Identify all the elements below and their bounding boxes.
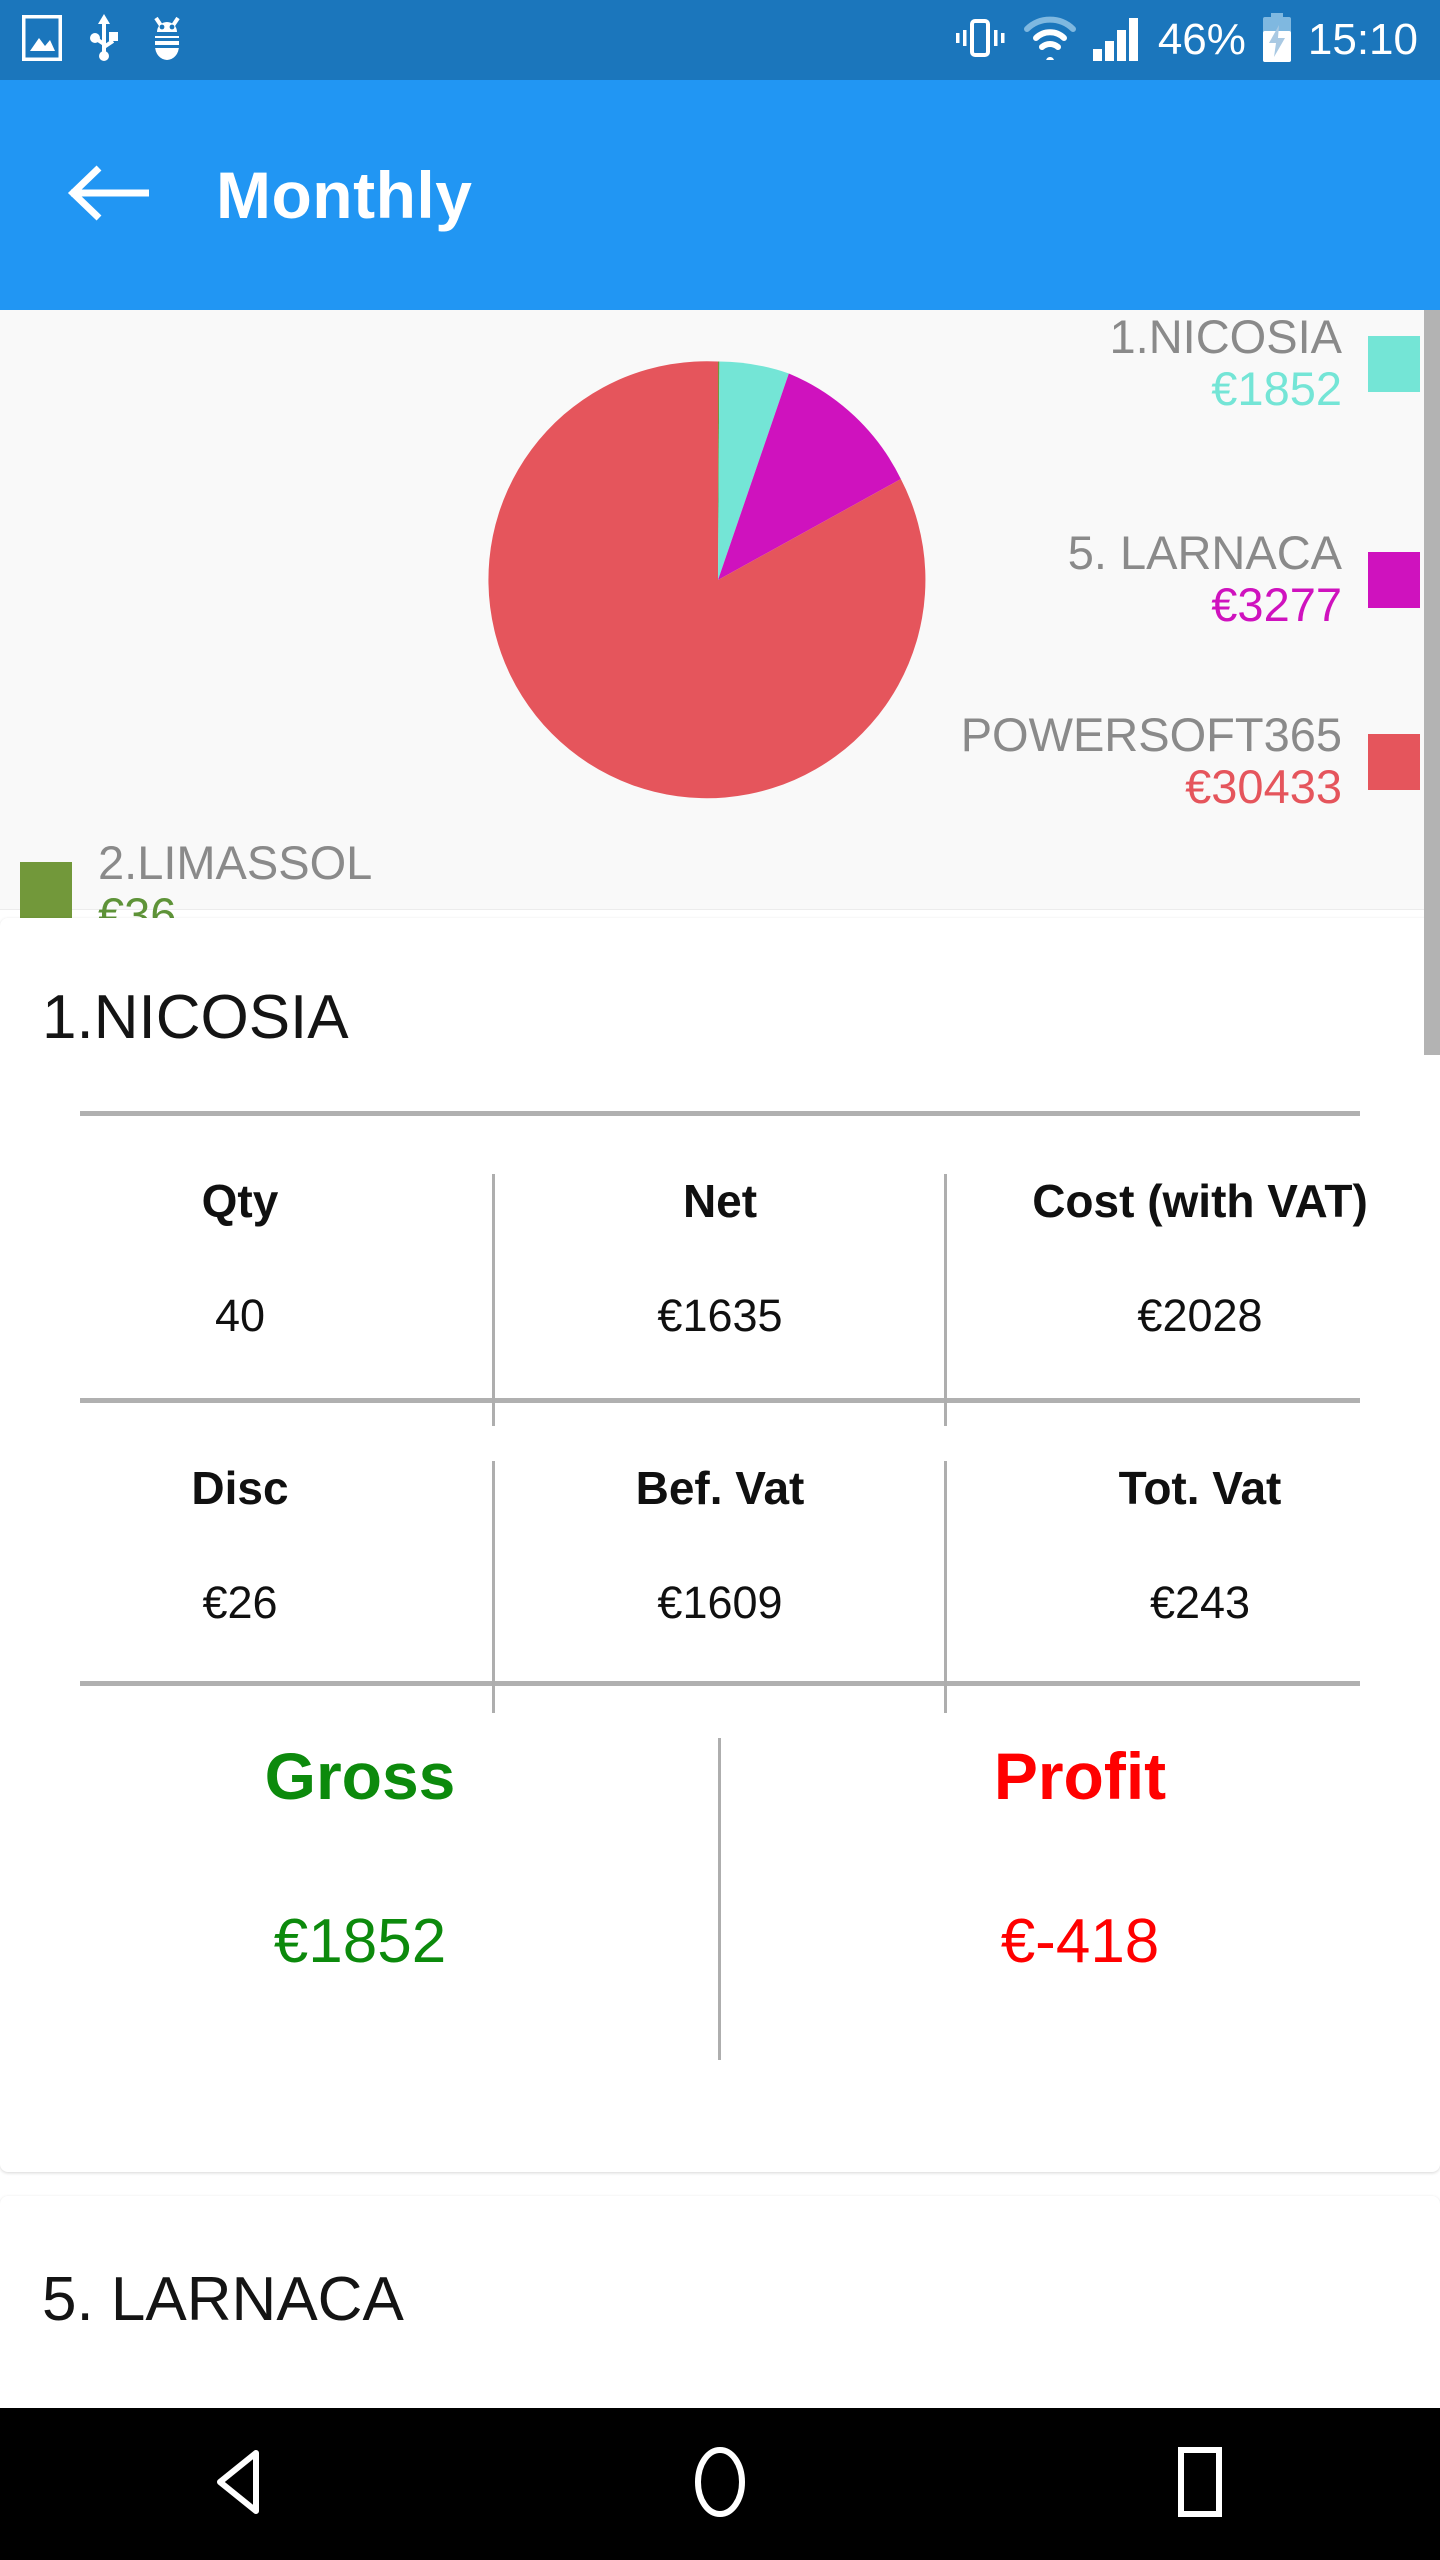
signal-icon — [1092, 15, 1144, 66]
card-title-nicosia: 1.NICOSIA — [42, 983, 349, 1052]
total-gross-value: €1852 — [273, 1907, 447, 1976]
legend-item-powersoft365[interactable]: POWERSOFT365 €30433 — [961, 710, 1440, 814]
pie-chart-svg — [488, 361, 926, 799]
page-title: Monthly — [216, 158, 473, 232]
metric-net-label: Net — [682, 1175, 758, 1227]
legend-swatch-limassol — [20, 862, 72, 919]
totals-row: Gross €1852 Profit €-418 — [0, 1738, 1440, 2060]
legend-label-nicosia: 1.NICOSIA — [1109, 310, 1342, 363]
row1-divider-1 — [492, 1174, 495, 1426]
metric-tot-vat-label: Tot. Vat — [1118, 1462, 1282, 1514]
metric-tot-vat: Tot. Vat €243 — [960, 1461, 1440, 1629]
pie-chart[interactable] — [488, 350, 948, 810]
legend-swatch-powersoft365 — [1368, 734, 1420, 791]
card-divider-top — [80, 1111, 1360, 1116]
legend-label-limassol: 2.LIMASSOL — [98, 836, 373, 889]
row2-divider-2 — [944, 1461, 947, 1713]
wifi-icon — [1022, 16, 1078, 65]
total-profit-label: Profit — [993, 1739, 1167, 1813]
vibrate-icon — [952, 14, 1008, 67]
status-bar: 46% 15:10 — [0, 0, 1440, 80]
nav-recents-button[interactable] — [1100, 2408, 1300, 2560]
nav-back-button[interactable] — [140, 2408, 340, 2560]
arrow-left-icon — [67, 162, 153, 229]
total-gross-label: Gross — [264, 1739, 456, 1813]
legend-label-powersoft365: POWERSOFT365 — [960, 708, 1342, 761]
system-navigation-bar — [0, 2408, 1440, 2560]
recents-square-icon — [1173, 2445, 1227, 2524]
legend-item-nicosia[interactable]: 1.NICOSIA €1852 — [1110, 312, 1440, 416]
card-divider-bottom — [80, 1681, 1360, 1686]
home-circle-icon — [690, 2445, 750, 2524]
metric-disc-label: Disc — [191, 1462, 289, 1514]
total-profit-value: €-418 — [1000, 1907, 1160, 1976]
summary-card-nicosia[interactable]: 1.NICOSIA Qty 40 Net €1635 Cost (with VA… — [0, 918, 1440, 2172]
back-button[interactable] — [50, 162, 170, 229]
metric-cost: Cost (with VAT) €2028 — [960, 1174, 1440, 1342]
legend-item-larnaca[interactable]: 5. LARNACA €3277 — [1068, 528, 1440, 632]
back-triangle-icon — [212, 2447, 268, 2522]
legend-label-larnaca: 5. LARNACA — [1067, 526, 1342, 579]
clock-label: 15:10 — [1307, 15, 1418, 64]
metric-net: Net €1635 — [480, 1174, 960, 1342]
legend-value-larnaca: €3277 — [1211, 577, 1342, 631]
app-bar: Monthly — [0, 80, 1440, 310]
totals-divider — [718, 1738, 721, 2060]
metric-cost-label: Cost (with VAT) — [1032, 1175, 1368, 1227]
status-bar-right-icons: 46% 15:10 — [952, 12, 1418, 68]
legend-swatch-nicosia — [1368, 336, 1420, 393]
metrics-row-1: Qty 40 Net €1635 Cost (with VAT) €2028 — [0, 1174, 1440, 1426]
total-gross: Gross €1852 — [0, 1738, 720, 1977]
usb-icon — [88, 13, 120, 67]
card-title-larnaca: 5. LARNACA — [42, 2265, 404, 2334]
vertical-scrollbar[interactable] — [1424, 310, 1440, 1055]
chart-panel: 2.LIMASSOL €36 1.NICOSIA €1852 5. LARNAC… — [0, 310, 1440, 941]
bug-icon — [146, 14, 188, 67]
card-divider-mid — [80, 1398, 1360, 1403]
legend-value-nicosia: €1852 — [1211, 361, 1342, 415]
metric-tot-vat-value: €243 — [1149, 1577, 1251, 1628]
metric-disc: Disc €26 — [0, 1461, 480, 1629]
battery-charging-icon — [1260, 12, 1294, 68]
metric-cost-value: €2028 — [1137, 1290, 1263, 1341]
image-icon — [21, 14, 63, 66]
row1-divider-2 — [944, 1174, 947, 1426]
summary-card-larnaca[interactable]: 5. LARNACA — [0, 2196, 1440, 2426]
legend-swatch-larnaca — [1368, 552, 1420, 609]
metric-qty-value: 40 — [214, 1290, 266, 1341]
total-profit: Profit €-418 — [720, 1738, 1440, 1977]
battery-percent-label: 46% — [1157, 15, 1246, 64]
legend-value-powersoft365: €30433 — [1185, 759, 1342, 813]
metric-bef-vat-label: Bef. Vat — [635, 1462, 805, 1514]
nav-home-button[interactable] — [620, 2408, 820, 2560]
row2-divider-1 — [492, 1461, 495, 1713]
status-bar-left-icons — [21, 13, 188, 67]
metric-bef-vat: Bef. Vat €1609 — [480, 1461, 960, 1629]
metric-disc-value: €26 — [202, 1577, 278, 1628]
metric-bef-vat-value: €1609 — [657, 1577, 783, 1628]
metric-qty: Qty 40 — [0, 1174, 480, 1342]
metric-qty-label: Qty — [201, 1175, 279, 1227]
metrics-row-2: Disc €26 Bef. Vat €1609 Tot. Vat €243 — [0, 1461, 1440, 1713]
metric-net-value: €1635 — [657, 1290, 783, 1341]
